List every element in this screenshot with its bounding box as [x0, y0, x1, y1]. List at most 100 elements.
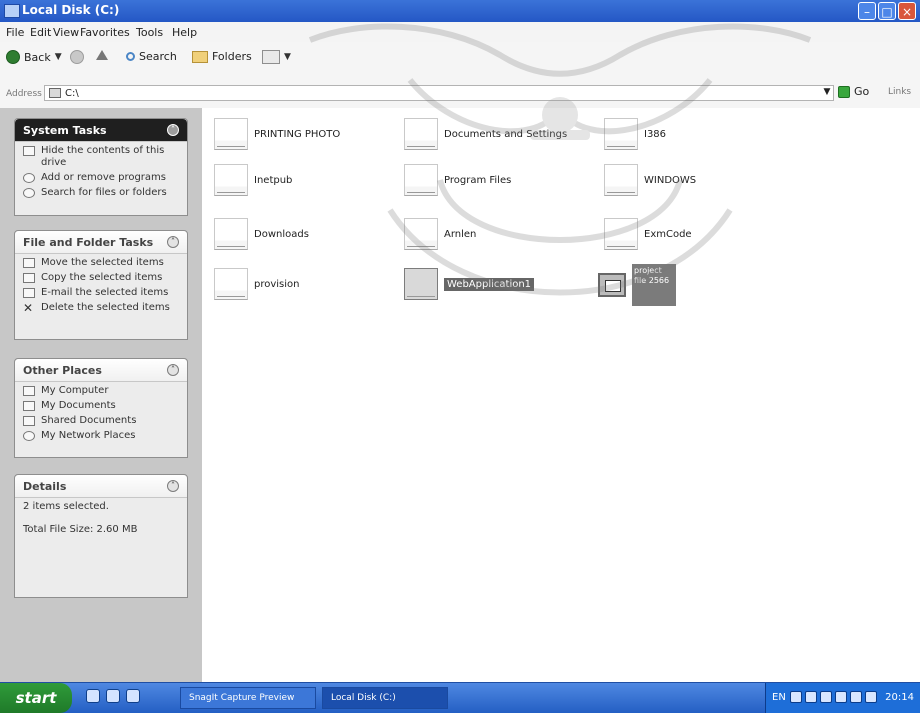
collapse-icon[interactable]: ˄ [167, 480, 179, 492]
programs-icon [23, 173, 35, 183]
folder-item[interactable]: ExmCode [604, 218, 692, 250]
details-header[interactable]: Details ˄ [15, 475, 187, 498]
collapse-icon[interactable]: ˄ [167, 364, 179, 376]
selected-project-item[interactable]: project file 2566 [598, 264, 676, 306]
quick-launch [86, 689, 140, 703]
selected-folder-item[interactable]: WebApplication1 [404, 268, 535, 300]
explorer-window: Local Disk (C:) – □ × File Edit View Fav… [0, 0, 920, 713]
address-label: Address [6, 89, 42, 99]
views-button[interactable]: ▼ [262, 50, 291, 64]
window-title: Local Disk (C:) [22, 3, 120, 17]
task-delete-items[interactable]: ✕ Delete the selected items [15, 299, 187, 314]
address-input[interactable]: C:\ [44, 85, 834, 101]
task-hide-contents[interactable]: Hide the contents of this drive [15, 142, 187, 169]
file-folder-tasks-title: File and Folder Tasks [23, 235, 154, 249]
address-dropdown-icon[interactable]: ▼ [820, 87, 834, 99]
folder-item[interactable]: I386 [604, 118, 666, 150]
search-button[interactable]: Search [126, 50, 177, 63]
place-label: Shared Documents [41, 415, 137, 426]
back-button[interactable]: Back ▼ [6, 50, 62, 64]
details-line-1: 2 items selected. [23, 501, 109, 512]
start-button[interactable]: start [0, 683, 72, 713]
task-pane: System Tasks ˄ Hide the contents of this… [0, 108, 202, 682]
folders-label: Folders [212, 50, 252, 63]
folder-item[interactable]: provision [214, 268, 300, 300]
file-name: ExmCode [644, 228, 692, 240]
menu-file[interactable]: File [6, 26, 24, 39]
other-places-title: Other Places [23, 363, 102, 377]
close-button[interactable]: × [898, 2, 916, 20]
folder-icon [214, 268, 248, 300]
place-my-documents[interactable]: My Documents [15, 397, 187, 412]
other-places-panel: Other Places ˄ My Computer My Documents … [14, 358, 188, 458]
search-label: Search [139, 50, 177, 63]
folder-item[interactable]: Documents and Settings [404, 118, 567, 150]
up-button[interactable] [96, 50, 108, 60]
file-name: Downloads [254, 228, 309, 240]
folder-item[interactable]: Program Files [404, 164, 511, 196]
menu-edit[interactable]: Edit [30, 26, 51, 39]
forward-button[interactable] [70, 50, 84, 64]
search-icon [23, 188, 35, 198]
quicklaunch-icon[interactable] [86, 689, 100, 703]
folder-item[interactable]: Arnlen [404, 218, 476, 250]
folder-item[interactable]: WINDOWS [604, 164, 696, 196]
search-icon [126, 52, 135, 61]
system-tray: EN 20:14 [765, 683, 920, 713]
collapse-icon[interactable]: ˄ [167, 236, 179, 248]
language-indicator[interactable]: EN [772, 692, 786, 703]
file-folder-tasks-panel: File and Folder Tasks ˄ Move the selecte… [14, 230, 188, 340]
address-bar: Address C:\ ▼ Go Links [0, 74, 920, 109]
folder-item[interactable]: Downloads [214, 218, 309, 250]
menu-favorites[interactable]: Favorites [80, 26, 130, 39]
folder-icon [214, 118, 248, 150]
details-line-2: Total File Size: 2.60 MB [23, 524, 138, 535]
place-my-computer[interactable]: My Computer [15, 382, 187, 397]
folder-icon [604, 164, 638, 196]
menu-help[interactable]: Help [172, 26, 197, 39]
folders-button[interactable]: Folders [192, 50, 252, 63]
task-label: Search for files or folders [41, 187, 167, 198]
folder-item[interactable]: PRINTING PHOTO [214, 118, 340, 150]
links-label[interactable]: Links [888, 87, 911, 97]
place-label: My Documents [41, 400, 116, 411]
quicklaunch-icon[interactable] [106, 689, 120, 703]
file-folder-tasks-header[interactable]: File and Folder Tasks ˄ [15, 231, 187, 254]
drive-icon [4, 4, 20, 18]
copy-icon [23, 273, 35, 283]
tray-icon[interactable] [790, 691, 802, 703]
documents-icon [23, 401, 35, 411]
menu-tools[interactable]: Tools [136, 26, 163, 39]
tray-icon[interactable] [805, 691, 817, 703]
taskbar-item-local-disk[interactable]: Local Disk (C:) [322, 687, 448, 709]
task-label: Hide the contents of this drive [41, 145, 165, 168]
folders-icon [192, 50, 208, 63]
up-arrow-icon [96, 50, 108, 60]
task-label: Delete the selected items [41, 302, 170, 313]
file-name: I386 [644, 128, 667, 140]
menu-view[interactable]: View [53, 26, 79, 39]
place-shared-documents[interactable]: Shared Documents [15, 412, 187, 427]
system-tasks-header[interactable]: System Tasks ˄ [15, 119, 187, 142]
tray-icon[interactable] [850, 691, 862, 703]
tray-icon[interactable] [820, 691, 832, 703]
task-add-remove-programs[interactable]: Add or remove programs [15, 169, 187, 184]
task-copy-items[interactable]: Copy the selected items [15, 269, 187, 284]
taskbar-item-snagit[interactable]: SnagIt Capture Preview [180, 687, 316, 709]
shared-documents-icon [23, 416, 35, 426]
task-search-files[interactable]: Search for files or folders [15, 184, 187, 199]
task-move-items[interactable]: Move the selected items [15, 254, 187, 269]
clock: 20:14 [885, 692, 914, 703]
minimize-button[interactable]: – [858, 2, 876, 20]
tray-icon[interactable] [865, 691, 877, 703]
quicklaunch-icon[interactable] [126, 689, 140, 703]
maximize-button[interactable]: □ [878, 2, 896, 20]
other-places-header[interactable]: Other Places ˄ [15, 359, 187, 382]
folder-item[interactable]: Inetpub [214, 164, 292, 196]
tray-icon[interactable] [835, 691, 847, 703]
collapse-icon[interactable]: ˄ [167, 124, 179, 136]
folder-icon [404, 218, 438, 250]
task-email-items[interactable]: E-mail the selected items [15, 284, 187, 299]
go-button[interactable]: Go [838, 85, 869, 98]
place-network-places[interactable]: My Network Places [15, 427, 187, 442]
